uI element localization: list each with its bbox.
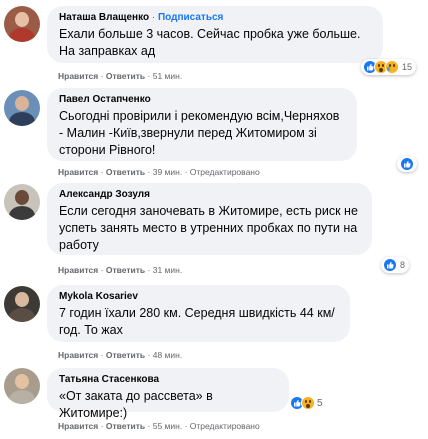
separator: · bbox=[100, 421, 104, 431]
comment-actions: Нравится · Ответить · 48 мин. bbox=[58, 349, 182, 361]
reaction-summary[interactable]: 15 bbox=[361, 59, 417, 75]
comment-text: Сьогодні провірили і рекомендую всім,Чер… bbox=[59, 109, 340, 157]
like-link[interactable]: Нравится bbox=[58, 167, 98, 177]
reaction-summary[interactable]: 8 bbox=[381, 257, 410, 273]
comment-time[interactable]: 55 мин. bbox=[153, 421, 182, 431]
comment-author[interactable]: Татьяна Стасенкова bbox=[59, 374, 159, 385]
comment-actions: Нравится · Ответить · 31 мин. bbox=[58, 264, 182, 276]
reply-link[interactable]: Ответить bbox=[106, 167, 145, 177]
separator: · bbox=[184, 167, 188, 177]
comment-time[interactable]: 51 мин. bbox=[153, 71, 182, 81]
like-icon bbox=[383, 258, 397, 272]
comment-time[interactable]: 31 мин. bbox=[153, 265, 182, 275]
reaction-count: 8 bbox=[400, 260, 406, 270]
comment-author-line: Mykola Kosariev bbox=[59, 290, 338, 304]
comment-author-line: Александр Зозуля bbox=[59, 188, 360, 202]
comment-bubble: Mykola Kosariev 7 годин їхали 280 км. Се… bbox=[47, 285, 350, 342]
comment-actions: Нравится · Ответить · 51 мин. bbox=[58, 70, 182, 82]
comment-author[interactable]: Александр Зозуля bbox=[59, 189, 150, 200]
wow-icon bbox=[301, 396, 315, 410]
comment-bubble: Павел Остапченко Сьогодні провірили і ре… bbox=[47, 88, 357, 161]
like-link[interactable]: Нравится bbox=[58, 265, 98, 275]
reply-link[interactable]: Ответить bbox=[106, 350, 145, 360]
comment-actions: Нравится · Ответить · 39 мин. · Отредакт… bbox=[58, 166, 260, 178]
reaction-summary[interactable] bbox=[397, 156, 417, 172]
like-link[interactable]: Нравится bbox=[58, 71, 98, 81]
like-link[interactable]: Нравится bbox=[58, 421, 98, 431]
edited-label: Отредактировано bbox=[189, 421, 260, 431]
like-icon bbox=[400, 157, 414, 171]
comment-author-line: Наташа Влащенко · Подписаться bbox=[59, 11, 371, 25]
comment-text: Если сегодня заночевать в Житомире, есть… bbox=[59, 204, 358, 252]
comment-author[interactable]: Mykola Kosariev bbox=[59, 291, 138, 302]
avatar[interactable] bbox=[4, 286, 40, 322]
comment-text: 7 годин їхали 280 км. Середня швидкість … bbox=[59, 306, 335, 337]
comment-bubble: Татьяна Стасенкова «От заката до рассвет… bbox=[47, 368, 289, 420]
avatar[interactable] bbox=[4, 6, 40, 42]
avatar[interactable] bbox=[4, 184, 40, 220]
comment-author-line: Татьяна Стасенкова bbox=[59, 373, 277, 387]
comment-text: «От заката до рассвета» в Житомире:) bbox=[59, 389, 213, 420]
comment-actions: Нравится · Ответить · 55 мин. · Отредакт… bbox=[58, 420, 260, 432]
separator: · bbox=[100, 350, 104, 360]
comment-bubble: Наташа Влащенко · Подписаться Ехали боль… bbox=[47, 6, 383, 63]
separator: · bbox=[100, 71, 104, 81]
comment-author-line: Павел Остапченко bbox=[59, 93, 345, 107]
edited-label: Отредактировано bbox=[189, 167, 260, 177]
sad-icon bbox=[385, 60, 399, 74]
reply-link[interactable]: Ответить bbox=[106, 265, 145, 275]
follow-link[interactable]: Подписаться bbox=[158, 12, 223, 23]
reaction-count: 15 bbox=[402, 62, 413, 72]
comment-time[interactable]: 48 мин. bbox=[153, 350, 182, 360]
comment-bubble: Александр Зозуля Если сегодня заночевать… bbox=[47, 183, 372, 255]
separator: · bbox=[100, 265, 104, 275]
separator: · bbox=[151, 12, 156, 23]
reaction-summary[interactable]: 5 bbox=[290, 396, 323, 410]
separator: · bbox=[147, 71, 151, 81]
reply-link[interactable]: Ответить bbox=[106, 71, 145, 81]
separator: · bbox=[100, 167, 104, 177]
reply-link[interactable]: Ответить bbox=[106, 421, 145, 431]
separator: · bbox=[147, 265, 151, 275]
separator: · bbox=[147, 350, 151, 360]
avatar[interactable] bbox=[4, 90, 40, 126]
separator: · bbox=[147, 421, 151, 431]
like-link[interactable]: Нравится bbox=[58, 350, 98, 360]
comment-author[interactable]: Наташа Влащенко bbox=[59, 12, 149, 23]
comment-time[interactable]: 39 мин. bbox=[153, 167, 182, 177]
comment-text: Ехали больше 3 часов. Сейчас пробка уже … bbox=[59, 27, 361, 58]
reaction-count: 5 bbox=[317, 397, 323, 409]
separator: · bbox=[184, 421, 188, 431]
avatar[interactable] bbox=[4, 368, 40, 404]
separator: · bbox=[147, 167, 151, 177]
comment-author[interactable]: Павел Остапченко bbox=[59, 94, 151, 105]
